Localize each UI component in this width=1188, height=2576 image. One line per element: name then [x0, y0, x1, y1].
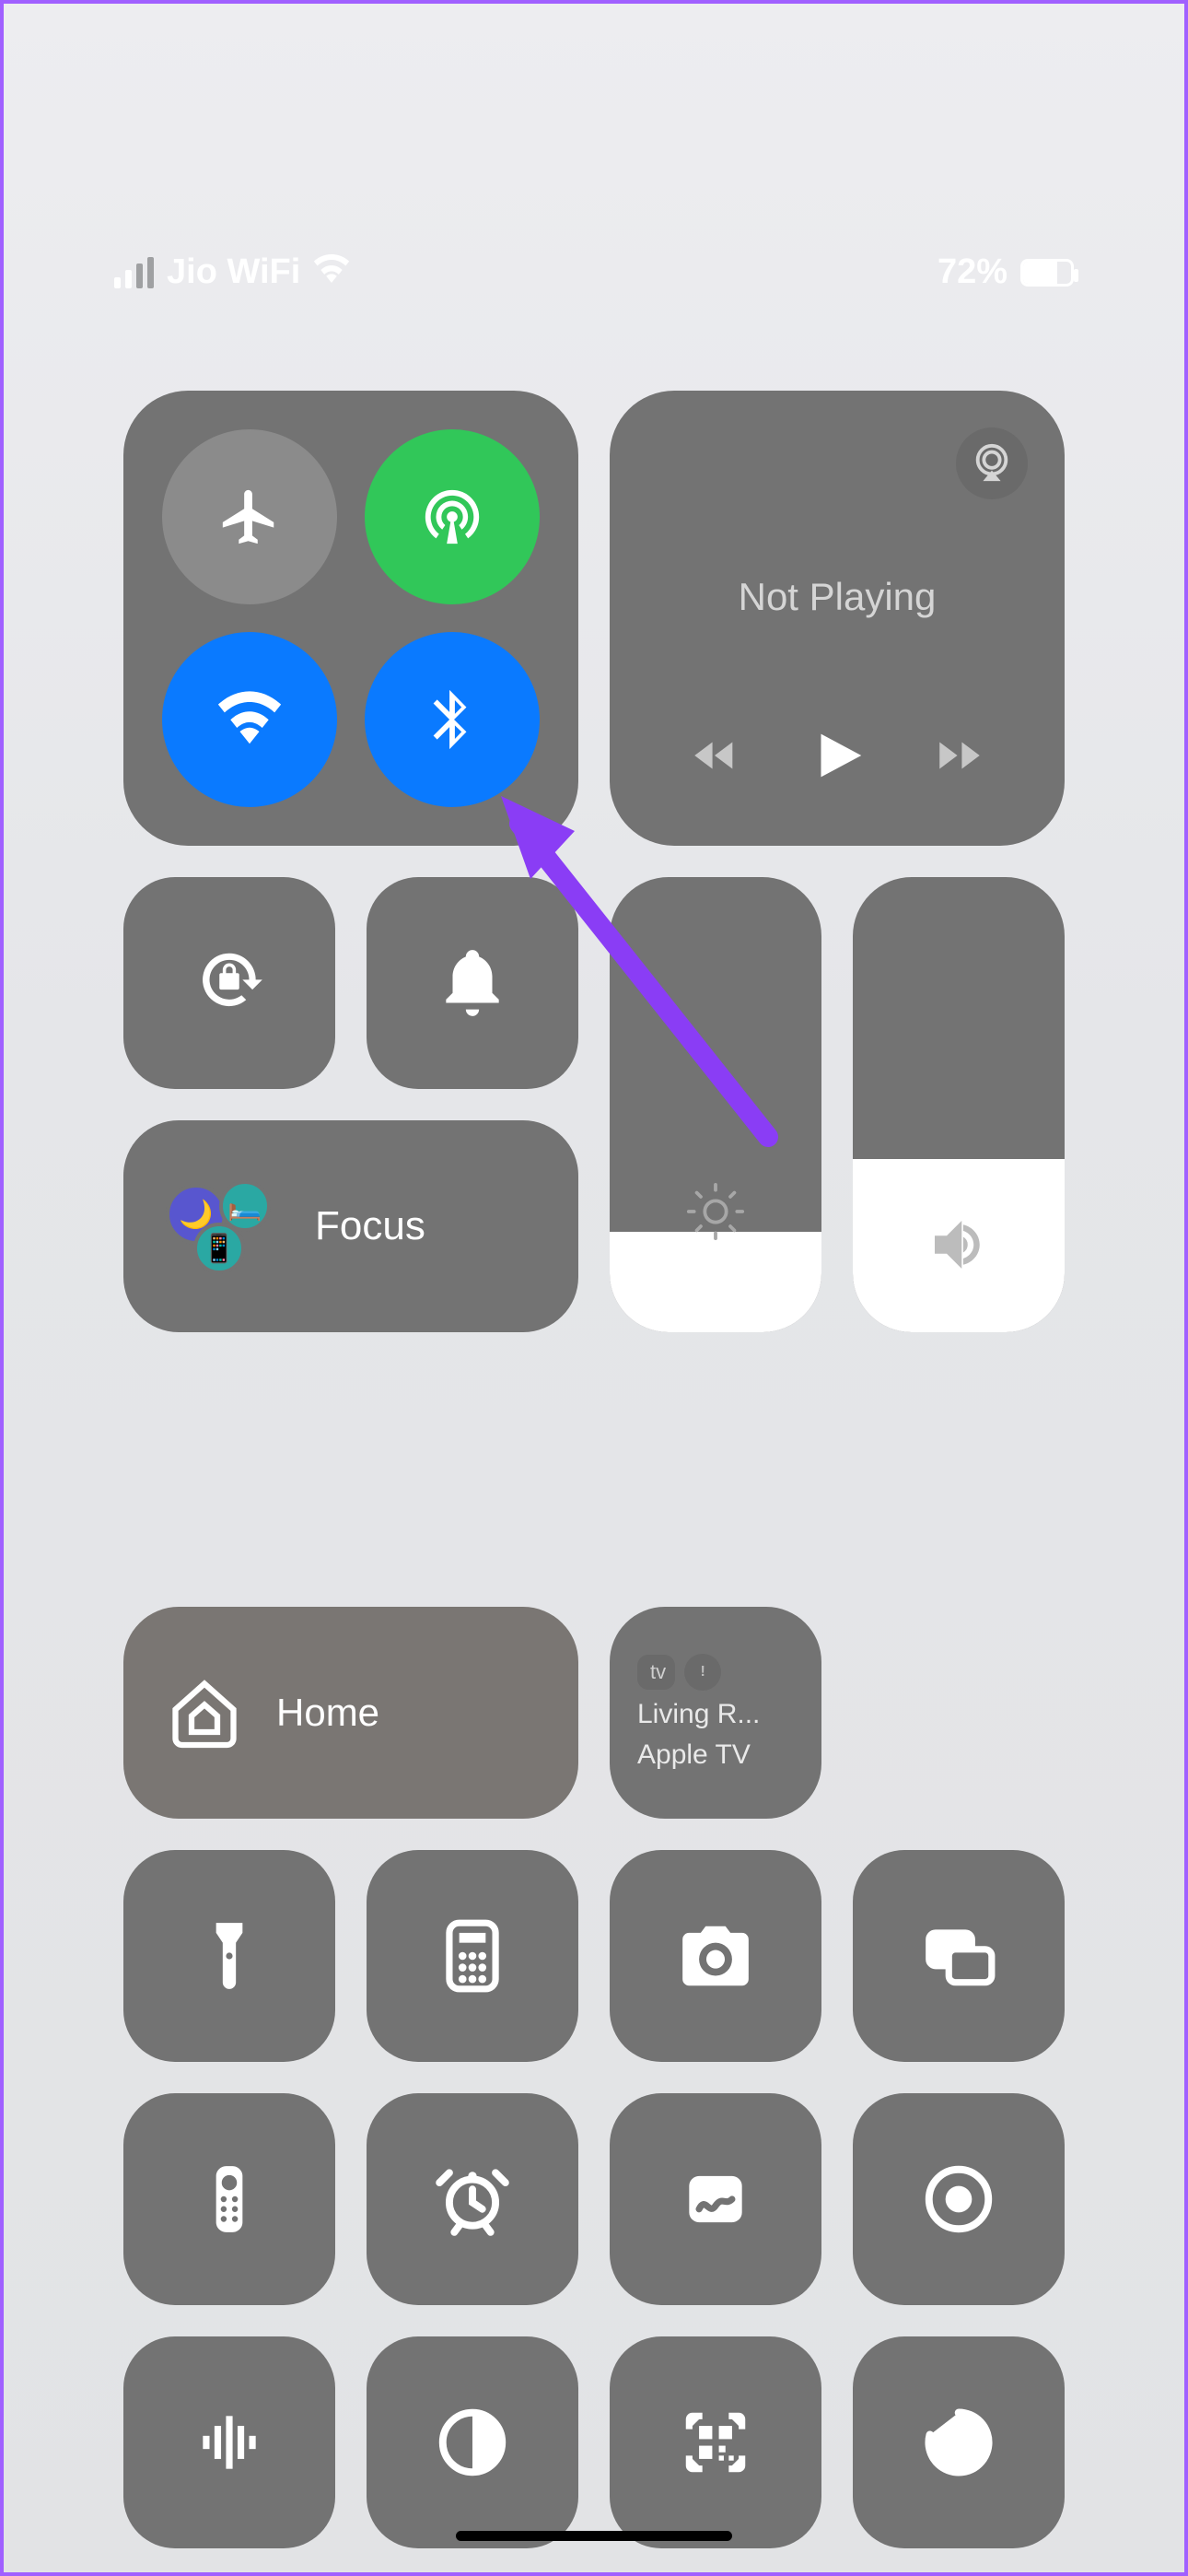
camera-button[interactable] — [610, 1850, 821, 2062]
screen-mirroring-button[interactable] — [853, 1850, 1065, 2062]
previous-track-button[interactable] — [688, 729, 741, 787]
bluetooth-toggle[interactable] — [365, 632, 540, 807]
home-button[interactable]: Home — [123, 1607, 578, 1819]
status-bar: Jio WiFi 72% — [4, 252, 1184, 292]
home-icon — [166, 1674, 243, 1751]
flashlight-button[interactable] — [123, 1850, 335, 2062]
home-label: Home — [276, 1691, 379, 1735]
focus-label: Focus — [315, 1203, 425, 1249]
apple-tv-badge: tv — [637, 1655, 675, 1690]
wifi-icon — [313, 253, 350, 292]
apple-tv-remote-tile[interactable]: tv ! Living R... Apple TV — [610, 1607, 821, 1819]
shazam-button[interactable] — [123, 2336, 335, 2548]
qr-scanner-button[interactable] — [610, 2336, 821, 2548]
dark-mode-button[interactable] — [367, 2336, 578, 2548]
cellular-signal-icon — [114, 257, 154, 288]
brightness-slider[interactable] — [610, 877, 821, 1332]
apple-tv-remote-button[interactable] — [123, 2093, 335, 2305]
alarm-button[interactable] — [367, 2093, 578, 2305]
volume-slider[interactable] — [853, 877, 1065, 1332]
play-pause-button[interactable] — [805, 723, 869, 792]
warning-icon: ! — [684, 1654, 721, 1691]
next-track-button[interactable] — [933, 729, 986, 787]
connectivity-group[interactable] — [123, 391, 578, 846]
carrier-label: Jio WiFi — [167, 252, 300, 292]
home-indicator — [456, 2531, 732, 2541]
airplay-button[interactable] — [956, 427, 1028, 499]
cellular-data-toggle[interactable] — [365, 429, 540, 604]
battery-percent-label: 72% — [938, 252, 1007, 292]
now-playing-label: Not Playing — [610, 575, 1065, 619]
wifi-toggle[interactable] — [162, 632, 337, 807]
media-controls[interactable]: Not Playing — [610, 391, 1065, 846]
orientation-lock-toggle[interactable] — [123, 877, 335, 1089]
brightness-icon — [610, 1179, 821, 1244]
freeform-button[interactable] — [610, 2093, 821, 2305]
personal-focus-icon: 📱 — [193, 1223, 245, 1274]
screen-record-button[interactable] — [853, 2093, 1065, 2305]
timer-button[interactable] — [853, 2336, 1065, 2548]
focus-button[interactable]: 🌙 🛏️ 📱 Focus — [123, 1120, 578, 1332]
apple-tv-line2: Apple TV — [637, 1739, 751, 1772]
volume-icon — [853, 1209, 1065, 1281]
apple-tv-line1: Living R... — [637, 1698, 760, 1731]
battery-icon — [1020, 259, 1074, 287]
calculator-button[interactable] — [367, 1850, 578, 2062]
airplane-mode-toggle[interactable] — [162, 429, 337, 604]
focus-mode-icons: 🌙 🛏️ 📱 — [166, 1180, 285, 1272]
control-center: Not Playing 🌙 🛏️ 📱 Focus — [123, 391, 1065, 2548]
silent-mode-toggle[interactable] — [367, 877, 578, 1089]
